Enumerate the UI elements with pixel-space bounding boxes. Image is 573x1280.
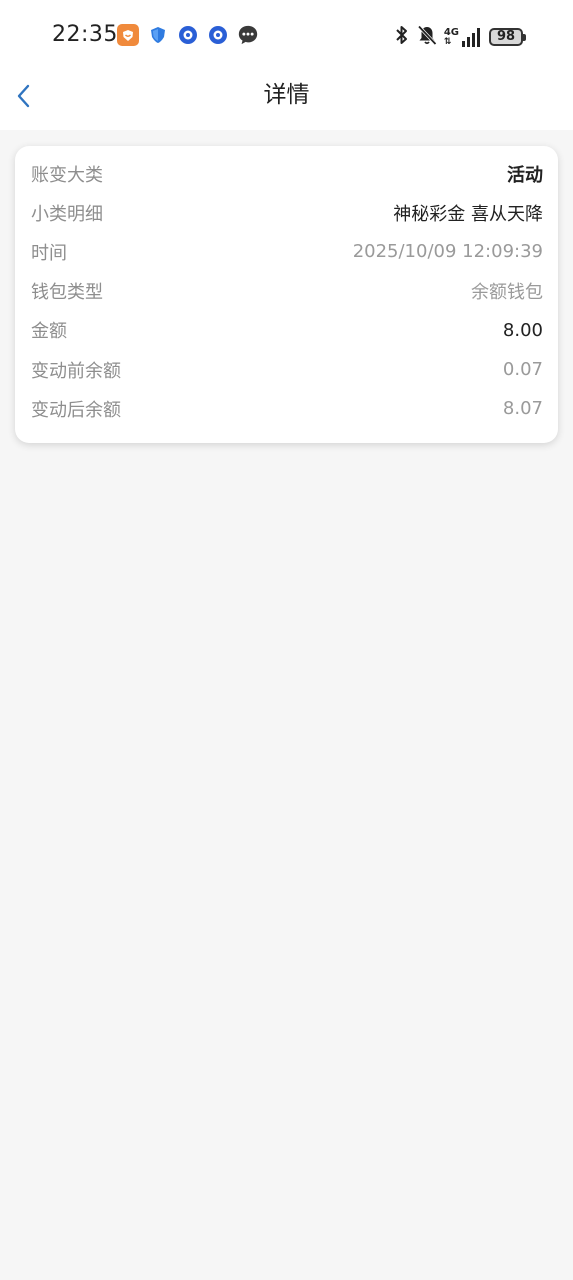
detail-value-balance-after: 8.07 <box>502 398 543 420</box>
nav-bar: 详情 <box>0 72 573 120</box>
detail-label-time: 时间 <box>31 242 67 264</box>
detail-row-wallet-type: 钱包类型 余额钱包 <box>31 272 543 311</box>
detail-row-amount: 金额 8.00 <box>31 311 543 350</box>
detail-row-balance-before: 变动前余额 0.07 <box>31 350 543 389</box>
detail-row-subcategory: 小类明细 神秘彩金 喜从天降 <box>31 193 543 232</box>
battery-icon: 98 <box>489 28 526 46</box>
shield-icon <box>147 24 169 46</box>
blue-circle-app-icon <box>207 24 229 46</box>
page-title: 详情 <box>263 82 310 108</box>
detail-label-subcategory: 小类明细 <box>31 203 103 225</box>
detail-value-wallet-type: 余额钱包 <box>471 282 543 304</box>
battery-level: 98 <box>496 29 516 44</box>
detail-label-balance-after: 变动后余额 <box>31 399 121 421</box>
status-right-icons: 4G ⇅ 98 <box>394 24 526 50</box>
detail-value-amount: 8.00 <box>502 319 543 341</box>
detail-label-balance-before: 变动前余额 <box>31 360 121 382</box>
data-arrows-icon: ⇅ <box>443 37 452 47</box>
detail-label-wallet-type: 钱包类型 <box>31 282 103 304</box>
detail-value-balance-before: 0.07 <box>502 359 543 381</box>
blue-circle-app-icon <box>177 24 199 46</box>
detail-row-category: 账变大类 活动 <box>31 154 543 193</box>
app-orange-icon <box>117 24 139 46</box>
message-bubble-icon <box>237 24 259 46</box>
detail-label-amount: 金额 <box>31 321 67 343</box>
detail-value-time: 2025/10/09 12:09:39 <box>352 241 543 263</box>
signal-icon: 4G ⇅ <box>444 27 483 47</box>
detail-label-category: 账变大类 <box>31 164 103 186</box>
status-bar: 22:35 4G ⇅ 98 <box>0 0 573 72</box>
bell-muted-icon <box>416 24 438 50</box>
detail-row-balance-after: 变动后余额 8.07 <box>31 389 543 428</box>
detail-value-category: 活动 <box>507 164 543 186</box>
detail-card: 账变大类 活动 小类明细 神秘彩金 喜从天降 时间 2025/10/09 12:… <box>15 146 558 443</box>
status-left-icons <box>117 24 259 46</box>
bluetooth-icon <box>394 24 410 50</box>
status-time: 22:35 <box>52 22 118 47</box>
top-bar: 22:35 4G ⇅ 98 详情 <box>0 0 573 130</box>
detail-value-subcategory: 神秘彩金 喜从天降 <box>393 203 543 225</box>
detail-row-time: 时间 2025/10/09 12:09:39 <box>31 232 543 271</box>
